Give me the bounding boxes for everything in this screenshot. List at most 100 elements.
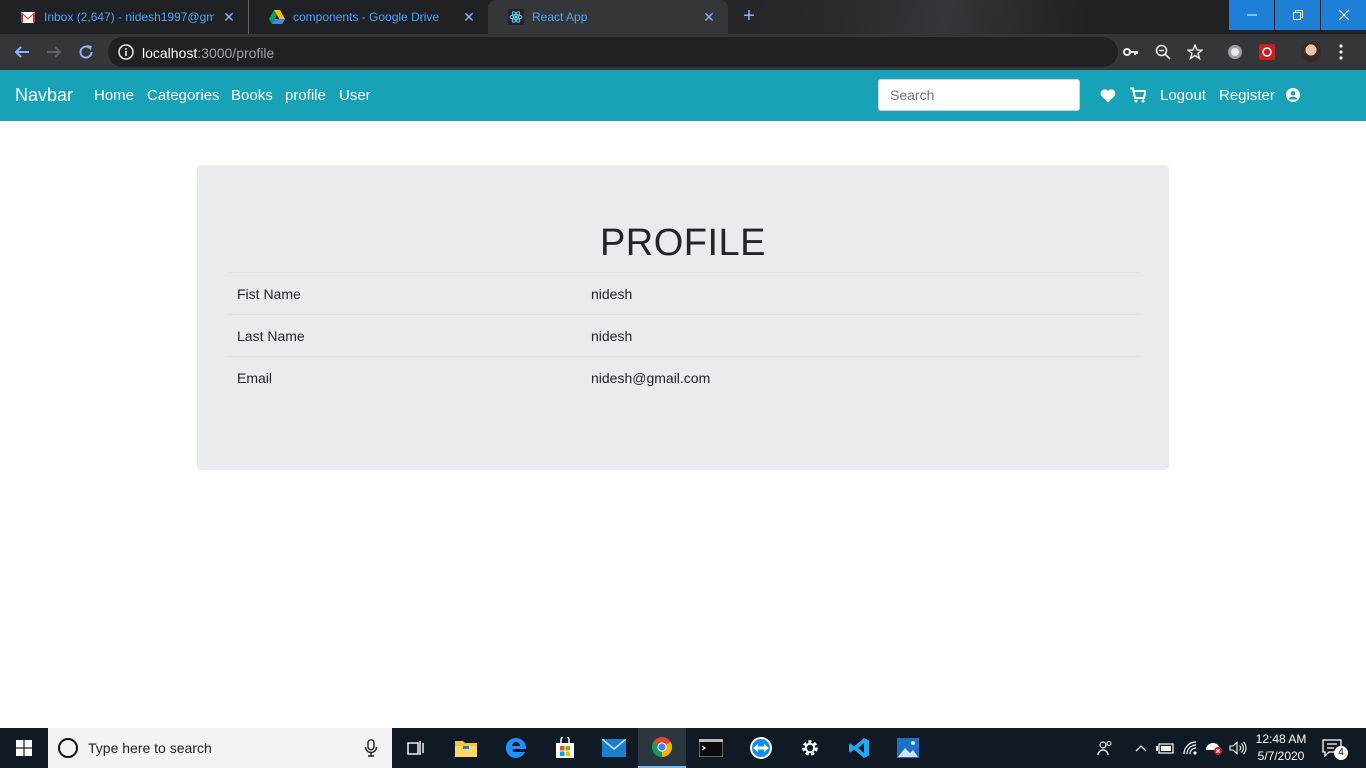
tab-title: components - Google Drive xyxy=(293,10,440,24)
taskbar-vscode[interactable] xyxy=(835,728,883,768)
windows-logo-icon xyxy=(16,740,32,756)
notification-count-badge: 4 xyxy=(1334,746,1348,760)
nav-link-profile[interactable]: profile xyxy=(285,87,326,104)
tab-react-app[interactable]: React App ✕ xyxy=(488,0,728,34)
restore-window-button[interactable] xyxy=(1275,0,1320,30)
new-tab-button[interactable]: + xyxy=(738,5,760,27)
row-value: nidesh@gmail.com xyxy=(581,356,1139,399)
folder-icon xyxy=(455,741,477,757)
battery-icon[interactable] xyxy=(1154,728,1176,768)
info-icon[interactable] xyxy=(118,44,134,60)
volume-icon[interactable] xyxy=(1227,728,1249,768)
forward-button[interactable] xyxy=(42,40,66,64)
address-bar[interactable]: localhost:3000/profile xyxy=(108,37,1118,67)
chevron-up-icon[interactable] xyxy=(1132,728,1150,768)
microphone-icon[interactable] xyxy=(364,739,378,757)
store-icon xyxy=(556,737,574,758)
react-icon xyxy=(508,9,524,25)
taskbar-file-explorer[interactable] xyxy=(442,728,490,768)
reload-icon xyxy=(79,45,93,59)
clock-time: 12:48 AM xyxy=(1255,732,1307,746)
nav-link-user[interactable]: User xyxy=(339,87,371,104)
nav-link-categories[interactable]: Categories xyxy=(147,87,220,104)
navbar-brand[interactable]: Navbar xyxy=(15,85,73,106)
row-label: Last Name xyxy=(227,314,581,357)
back-button[interactable] xyxy=(10,40,34,64)
teamviewer-icon xyxy=(750,737,772,759)
url-path: :3000/profile xyxy=(197,45,275,61)
taskbar-search-placeholder: Type here to search xyxy=(88,740,212,756)
windows-taskbar: Type here to search 12:48 AM 5/7/2020 4 xyxy=(0,728,1366,768)
task-view-button[interactable] xyxy=(392,728,440,768)
search-input[interactable] xyxy=(878,79,1080,111)
table-row: Fist Name nidesh xyxy=(227,272,1139,315)
row-label: Fist Name xyxy=(227,272,581,315)
chrome-icon xyxy=(651,737,673,758)
logout-link[interactable]: Logout xyxy=(1160,87,1206,104)
action-center-button[interactable]: 4 xyxy=(1322,739,1348,760)
browser-tab-strip: Inbox (2,647) - nidesh1997@gma ✕ compone… xyxy=(0,0,1366,34)
close-icon xyxy=(1338,9,1349,21)
key-icon[interactable] xyxy=(1122,43,1140,61)
profile-card: PROFILE Fist Name nidesh Last Name nides… xyxy=(197,165,1169,470)
extension-red-icon[interactable] xyxy=(1258,43,1276,61)
url-text[interactable]: localhost:3000/profile xyxy=(142,45,274,61)
reload-button[interactable] xyxy=(74,40,98,64)
browser-toolbar: localhost:3000/profile xyxy=(0,34,1366,70)
tab-close-icon[interactable]: ✕ xyxy=(702,9,716,26)
system-clock[interactable]: 12:48 AM 5/7/2020 xyxy=(1252,731,1310,765)
table-row: Last Name nidesh xyxy=(227,314,1139,357)
minimize-window-button[interactable] xyxy=(1229,0,1274,30)
cortana-icon xyxy=(58,738,78,758)
tab-title: Inbox (2,647) - nidesh1997@gma xyxy=(44,10,214,24)
profile-table: Fist Name nidesh Last Name nidesh Email … xyxy=(227,272,1139,399)
app-navbar: Navbar Home Categories Books profile Use… xyxy=(0,70,1366,121)
start-button[interactable] xyxy=(0,728,48,768)
register-link[interactable]: Register xyxy=(1219,87,1275,104)
photos-icon xyxy=(897,738,919,758)
heart-icon[interactable] xyxy=(1100,88,1116,104)
close-window-button[interactable] xyxy=(1321,0,1366,30)
row-value: nidesh xyxy=(581,272,1139,315)
network-error-icon[interactable] xyxy=(1203,728,1225,768)
taskbar-edge[interactable] xyxy=(492,728,540,768)
taskbar-store[interactable] xyxy=(541,728,589,768)
table-row: Email nidesh@gmail.com xyxy=(227,356,1139,399)
extension-circle-icon[interactable] xyxy=(1226,43,1244,61)
clock-date: 5/7/2020 xyxy=(1257,749,1305,763)
nav-link-books[interactable]: Books xyxy=(231,87,273,104)
profile-avatar[interactable] xyxy=(1301,42,1321,62)
mail-icon xyxy=(602,739,626,757)
arrow-left-icon xyxy=(14,46,29,58)
tab-title: React App xyxy=(532,10,588,24)
bookmark-star-icon[interactable] xyxy=(1186,43,1204,61)
tab-close-icon[interactable]: ✕ xyxy=(462,9,476,26)
vscode-icon xyxy=(849,738,869,758)
taskbar-mail[interactable] xyxy=(590,728,638,768)
terminal-icon xyxy=(699,739,723,757)
people-icon[interactable] xyxy=(1094,728,1116,768)
taskbar-teamviewer[interactable] xyxy=(737,728,785,768)
nav-link-home[interactable]: Home xyxy=(94,87,134,104)
menu-dots-icon[interactable] xyxy=(1332,43,1350,61)
task-view-icon xyxy=(407,741,424,755)
page-title: PROFILE xyxy=(599,222,767,264)
edge-icon xyxy=(505,737,527,758)
taskbar-settings[interactable] xyxy=(786,728,834,768)
tab-gmail[interactable]: Inbox (2,647) - nidesh1997@gma ✕ xyxy=(0,0,248,34)
taskbar-photos[interactable] xyxy=(884,728,932,768)
minimize-icon xyxy=(1246,14,1257,16)
zoom-icon[interactable] xyxy=(1154,43,1172,61)
gmail-icon xyxy=(20,9,36,25)
cart-icon[interactable] xyxy=(1130,87,1146,103)
tab-google-drive[interactable]: components - Google Drive ✕ xyxy=(248,0,488,34)
taskbar-chrome[interactable] xyxy=(638,728,686,768)
user-circle-icon[interactable] xyxy=(1286,88,1300,102)
tab-close-icon[interactable]: ✕ xyxy=(222,9,236,26)
url-host: localhost xyxy=(142,45,198,61)
arrow-right-icon xyxy=(47,46,62,58)
gear-icon xyxy=(802,740,818,756)
taskbar-search[interactable]: Type here to search xyxy=(48,728,392,768)
wifi-icon[interactable] xyxy=(1180,728,1202,768)
taskbar-terminal[interactable] xyxy=(687,728,735,768)
